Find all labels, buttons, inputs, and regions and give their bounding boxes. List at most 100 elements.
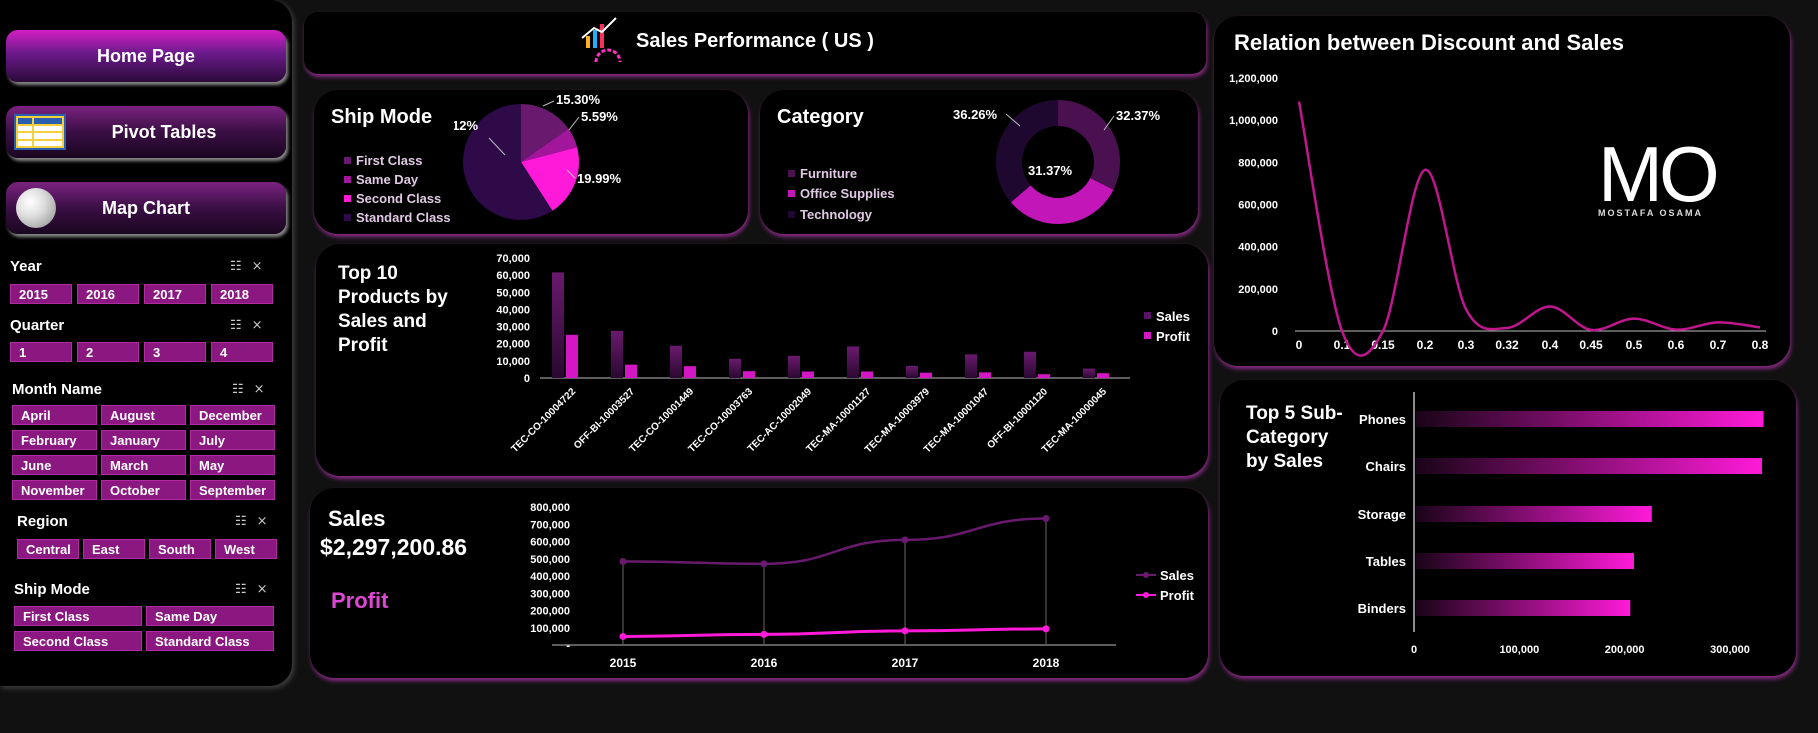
bar-sales bbox=[729, 358, 741, 378]
map-chart-label: Map Chart bbox=[101, 197, 190, 218]
data-label: 36.26% bbox=[953, 107, 998, 122]
y-tick-label: - bbox=[566, 640, 570, 652]
ship-mode-pie-chart: 15.30% 5.59% 19.99% 59.12% bbox=[454, 92, 622, 220]
slicer-year-2017[interactable]: 2017 bbox=[144, 284, 206, 304]
y-tick-label: 20,000 bbox=[496, 339, 530, 351]
y-tick-label: 40,000 bbox=[496, 304, 530, 316]
bar-profit bbox=[684, 366, 696, 378]
slicer-quarter-4[interactable]: 4 bbox=[211, 342, 273, 362]
slicer-region-central[interactable]: Central bbox=[17, 539, 79, 559]
slicer-shipmode-standard-class[interactable]: Standard Class bbox=[146, 631, 274, 651]
slicer-month[interactable]: January bbox=[101, 430, 186, 450]
legend-swatch bbox=[1144, 332, 1151, 339]
page-title: Sales Performance ( US ) bbox=[636, 30, 874, 52]
slicer-year-2016[interactable]: 2016 bbox=[77, 284, 139, 304]
legend-item: First Class bbox=[344, 153, 422, 168]
x-tick-label: TEC-CO-10001449 bbox=[627, 386, 696, 455]
slicer-month[interactable]: September bbox=[190, 480, 275, 500]
y-tick-label: 70,000 bbox=[496, 253, 530, 265]
x-tick-label: 0.3 bbox=[1458, 338, 1475, 352]
x-tick-label: 2017 bbox=[892, 656, 919, 670]
x-tick-label: 0.5 bbox=[1626, 338, 1643, 352]
bar-sales bbox=[1024, 351, 1036, 378]
slicer-year-2018[interactable]: 2018 bbox=[211, 284, 273, 304]
home-page-button[interactable]: Home Page bbox=[6, 30, 286, 82]
y-tick-label: 800,000 bbox=[530, 502, 570, 514]
chart-growth-icon bbox=[581, 17, 622, 63]
slicer-month[interactable]: May bbox=[190, 455, 275, 475]
slicer-region-east[interactable]: East bbox=[83, 539, 145, 559]
x-tick-label: 2018 bbox=[1033, 656, 1060, 670]
sidebar: Home Page Pivot Tables Map Chart Year ☷⨯… bbox=[0, 0, 292, 686]
slicer-filter-icons[interactable]: ☷⨯ bbox=[235, 581, 278, 597]
slicer-month[interactable]: July bbox=[190, 430, 275, 450]
data-label: 59.12% bbox=[454, 118, 479, 133]
slicer-shipmode-first-class[interactable]: First Class bbox=[14, 606, 142, 626]
bar-profit bbox=[1097, 373, 1109, 378]
map-chart-button[interactable]: Map Chart bbox=[6, 182, 286, 234]
x-tick-label: 0.8 bbox=[1752, 338, 1769, 352]
bar-sales bbox=[1416, 506, 1652, 522]
month-slicer-title: Month Name bbox=[12, 381, 102, 398]
y-tick-label: 1,200,000 bbox=[1229, 73, 1278, 85]
slicer-filter-icons[interactable]: ☷⨯ bbox=[230, 317, 273, 333]
bar-sales bbox=[611, 330, 623, 378]
slicer-quarter-1[interactable]: 1 bbox=[10, 342, 72, 362]
y-tick-label: 500,000 bbox=[530, 554, 570, 566]
x-tick-label: TEC-AC-10002049 bbox=[746, 386, 815, 455]
bar-sales bbox=[1416, 553, 1635, 569]
bar-profit bbox=[802, 371, 814, 378]
x-tick-label: 300,000 bbox=[1710, 644, 1750, 656]
x-tick-label: 0.45 bbox=[1579, 338, 1603, 352]
legend-item: Standard Class bbox=[344, 210, 451, 225]
slicer-region-west[interactable]: West bbox=[215, 539, 277, 559]
legend-item: Furniture bbox=[788, 166, 857, 181]
y-tick-label: 200,000 bbox=[530, 606, 570, 618]
slicer-month[interactable]: October bbox=[101, 480, 186, 500]
y-tick-label: 200,000 bbox=[1238, 284, 1278, 296]
slicer-year-2015[interactable]: 2015 bbox=[10, 284, 72, 304]
y-tick-label: 0 bbox=[1272, 326, 1278, 338]
legend-item: Second Class bbox=[344, 191, 441, 206]
x-tick-label: TEC-CO-10004722 bbox=[509, 386, 578, 455]
y-tick-label: Chairs bbox=[1366, 459, 1406, 474]
y-tick-label: 100,000 bbox=[530, 623, 570, 635]
slicer-shipmode-same-day[interactable]: Same Day bbox=[146, 606, 274, 626]
y-tick-label: 60,000 bbox=[496, 270, 530, 282]
slicer-month[interactable]: August bbox=[101, 405, 186, 425]
y-tick-label: Phones bbox=[1359, 412, 1406, 427]
y-tick-label: Binders bbox=[1358, 601, 1406, 616]
slicer-month[interactable]: December bbox=[190, 405, 275, 425]
donut-slice bbox=[996, 100, 1058, 203]
slicer-filter-icons[interactable]: ☷⨯ bbox=[232, 381, 275, 397]
data-point bbox=[619, 557, 627, 565]
shipmode-slicer-title: Ship Mode bbox=[14, 581, 90, 598]
y-tick-label: 700,000 bbox=[530, 519, 570, 531]
slicer-quarter-3[interactable]: 3 bbox=[144, 342, 206, 362]
bar-profit bbox=[566, 334, 578, 378]
slicer-month[interactable]: April bbox=[12, 405, 97, 425]
data-point bbox=[901, 536, 909, 544]
slicer-month[interactable]: March bbox=[101, 455, 186, 475]
x-tick-label: 0 bbox=[1411, 644, 1417, 656]
bar-sales bbox=[1416, 411, 1764, 427]
data-point bbox=[619, 632, 627, 640]
slicer-filter-icons[interactable]: ☷⨯ bbox=[230, 258, 273, 274]
slicer-shipmode-second-class[interactable]: Second Class bbox=[14, 631, 142, 651]
slicer-filter-icons[interactable]: ☷⨯ bbox=[235, 513, 278, 529]
category-panel: Category Furniture Office Supplies Techn… bbox=[760, 90, 1198, 234]
profit-kpi-label: Profit bbox=[331, 588, 389, 613]
ship-mode-panel: Ship Mode First Class Same Day Second Cl… bbox=[314, 90, 748, 234]
y-tick-label: Storage bbox=[1358, 507, 1406, 522]
sales-kpi-value: $2,297,200.86 bbox=[320, 534, 468, 560]
y-tick-label: Tables bbox=[1366, 554, 1406, 569]
slicer-month[interactable]: February bbox=[12, 430, 97, 450]
data-label: 5.59% bbox=[581, 109, 618, 124]
bar-profit bbox=[743, 371, 755, 378]
slicer-month[interactable]: June bbox=[12, 455, 97, 475]
slicer-quarter-2[interactable]: 2 bbox=[77, 342, 139, 362]
slicer-month[interactable]: November bbox=[12, 480, 97, 500]
x-tick-label: 0.7 bbox=[1710, 338, 1727, 352]
slicer-region-south[interactable]: South bbox=[149, 539, 211, 559]
pivot-tables-button[interactable]: Pivot Tables bbox=[6, 106, 286, 158]
